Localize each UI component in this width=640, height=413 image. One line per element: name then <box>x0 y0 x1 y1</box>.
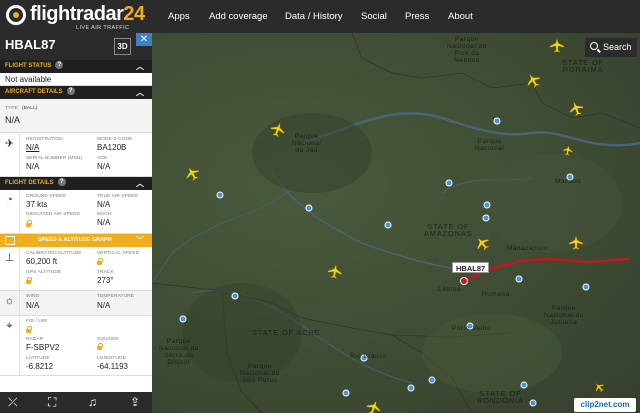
type-code: (BALL) <box>22 106 38 111</box>
map-label-manaus: Manaus <box>555 178 582 185</box>
top-navbar: flightradar24 LIVE AIR TRAFFIC Apps Add … <box>0 0 640 33</box>
search-button[interactable]: Search <box>585 38 637 57</box>
panel-toolbar: ⤫ ⛶ ♫ ⇪ <box>0 392 152 413</box>
calibrated-altitude-value: 60,200 ft <box>26 257 58 266</box>
lock-icon[interactable] <box>26 220 32 227</box>
aircraft-info-panel: HBAL87 3D ✕ FLIGHT STATUS? ︿ Not availab… <box>0 33 152 413</box>
latitude-value: -6.8212 <box>26 362 54 371</box>
airplane-icon: ✈ <box>0 133 20 176</box>
wind-value: N/A <box>26 301 40 310</box>
map-label-rio-branco: Rio Branco <box>350 353 388 360</box>
lock-icon[interactable] <box>26 277 32 284</box>
flight-status-value: Not available <box>5 75 52 84</box>
registration-value[interactable]: N/A <box>26 143 39 152</box>
nav-social[interactable]: Social <box>361 0 387 33</box>
nav-data-history[interactable]: Data / History <box>285 0 343 33</box>
panel-callsign: HBAL87 <box>5 37 56 52</box>
3d-view-button[interactable]: 3D <box>114 38 131 55</box>
flightradar24-logo[interactable]: flightradar24 LIVE AIR TRAFFIC <box>6 3 156 31</box>
mach-value: N/A <box>97 218 111 227</box>
map-label-juruena: Parque Nacional do Juruena <box>544 305 584 326</box>
temperature-value: N/A <box>97 301 111 310</box>
map-label-jau: Parque Nacional do Jaú <box>292 133 322 154</box>
logo-tagline: LIVE AIR TRAFFIC <box>76 25 130 31</box>
nav-add-coverage[interactable]: Add coverage <box>209 0 268 33</box>
route-icon[interactable]: ⤫ <box>8 395 18 410</box>
help-icon[interactable]: ? <box>66 87 75 96</box>
map-label-pico-neblina: Parque Nacional do Pico da Neblina <box>447 36 487 64</box>
ground-speed-value: 37 kts <box>26 200 48 209</box>
map-label-serra-divisor: Parque Nacional da Serra do Divisor <box>159 338 199 366</box>
help-icon[interactable]: ? <box>57 178 66 187</box>
nav-press[interactable]: Press <box>405 0 429 33</box>
search-icon <box>590 42 598 50</box>
lock-icon[interactable] <box>97 343 103 350</box>
nav-about[interactable]: About <box>448 0 473 33</box>
map-label-parque-nacional: Parque Nacional <box>475 138 505 152</box>
map-label-manacapuru: Manacapuru <box>507 245 549 252</box>
graph-icon <box>5 236 15 245</box>
map-label-labrea: Lábrea <box>438 286 462 293</box>
map-label-amazonas: STATE OF AMAZONAS <box>424 222 473 238</box>
map-label-humaita: Humaitá <box>482 291 510 298</box>
true-airspeed-value: N/A <box>97 200 111 209</box>
section-flight-details[interactable]: FLIGHT DETAILS? ︿ <box>0 177 152 190</box>
lock-icon[interactable] <box>97 258 103 265</box>
map-callsign-tag[interactable]: HBAL87 <box>452 262 490 273</box>
nav-apps[interactable]: Apps <box>168 0 190 33</box>
panel-header: HBAL87 3D ✕ <box>0 33 152 60</box>
modes-code-value: BA120B <box>97 143 127 152</box>
fullscreen-icon[interactable]: ⛶ <box>48 395 56 410</box>
type-value: N/A <box>5 115 21 125</box>
map-label-porto-velho: Porto Velho <box>452 325 492 332</box>
share-icon[interactable]: ⇪ <box>130 395 140 409</box>
serial-number-value: N/A <box>26 162 40 171</box>
section-flight-status[interactable]: FLIGHT STATUS? ︿ <box>0 60 152 73</box>
alert-bell-icon[interactable]: ♫ <box>88 395 97 409</box>
age-value: N/A <box>97 162 111 171</box>
altitude-icon: ⊥ <box>0 247 20 290</box>
weather-icon: ☼ <box>0 291 20 315</box>
chevron-up-icon[interactable]: ︿ <box>136 177 144 190</box>
chevron-up-icon[interactable]: ︿ <box>136 86 144 99</box>
help-icon[interactable]: ? <box>55 61 64 70</box>
map-label-rondonia: STATE OF RONDÔNIA <box>477 389 524 405</box>
radar-antenna-icon: ⌖ <box>0 316 20 375</box>
speedometer-icon: ◔ <box>0 190 20 233</box>
lock-icon[interactable] <box>26 326 32 333</box>
flight-map[interactable]: Parque Nacional do Pico da Neblina Parque Na… <box>152 33 640 413</box>
map-label-alto-purus: Parque Nacional do Alto Purus <box>240 363 280 384</box>
speed-altitude-graph-toggle[interactable]: SPEED & ALTITUDE GRAPH ﹀ <box>0 234 152 247</box>
type-label: TYPE <box>5 106 18 111</box>
chevron-up-icon[interactable]: ︿ <box>136 60 144 73</box>
longitude-value: -64.1193 <box>97 362 128 371</box>
track-value: 273° <box>97 276 114 285</box>
close-icon[interactable]: ✕ <box>136 33 152 46</box>
map-label-roraima: STATE OF RORAIMA <box>562 58 604 74</box>
section-aircraft-details[interactable]: AIRCRAFT DETAILS? ︿ <box>0 86 152 99</box>
radar-value: F-SBPV2 <box>26 343 60 352</box>
radar-logo-icon <box>6 5 26 25</box>
watermark-logo: clip2net.com <box>574 398 636 412</box>
chevron-down-icon[interactable]: ﹀ <box>136 234 144 247</box>
map-label-acre: STATE OF ACRE <box>252 328 321 337</box>
